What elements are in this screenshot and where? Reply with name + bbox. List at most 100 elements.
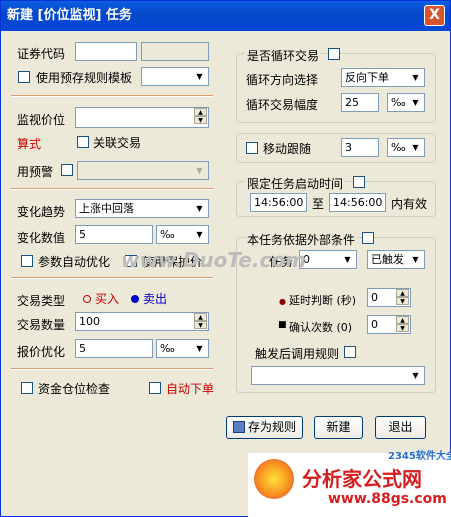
divider xyxy=(11,277,213,279)
logo: 2345软件大全 分析家公式网 www.88gs.com xyxy=(248,451,451,517)
quote-unit-select[interactable]: ‰ ▼ xyxy=(156,339,209,358)
chevron-down-icon: ▼ xyxy=(192,201,207,216)
template-label: 使用预存规则模板 xyxy=(36,71,133,85)
divider xyxy=(11,95,213,97)
after-label: 触发后调用规则 xyxy=(253,345,342,362)
chevron-down-icon: ▼ xyxy=(408,70,423,85)
badge-logo: 2345软件大全 xyxy=(388,451,451,462)
change-input[interactable]: 5 xyxy=(75,225,153,244)
dialog-window: 新建 [价位监视] 任务 X 证券代码 使用预存规则模板 ▼ 监视价位 ▲ ▼ 算… xyxy=(0,0,451,517)
loop-dir-label: 循环方向选择 xyxy=(246,73,319,87)
loop-range-input[interactable]: 25 xyxy=(341,93,379,112)
ext-label: 本任务依据外部条件 xyxy=(245,231,358,248)
code-input[interactable] xyxy=(75,42,137,61)
template-checkbox[interactable] xyxy=(18,71,30,83)
exit-button[interactable]: 退出 xyxy=(375,416,426,439)
trail-input[interactable]: 3 xyxy=(341,138,379,157)
window-title: 新建 [价位监视] 任务 xyxy=(7,8,132,23)
buy-radio[interactable] xyxy=(83,295,91,303)
code-label: 证券代码 xyxy=(17,47,66,61)
chevron-down-icon: ▼ xyxy=(192,227,207,242)
confirm-input[interactable]: 0 ▲ ▼ xyxy=(367,315,411,334)
preset-checkbox[interactable] xyxy=(61,164,73,176)
qty-input[interactable]: 100 ▲ ▼ xyxy=(75,312,209,331)
ext-checkbox[interactable] xyxy=(362,232,374,244)
logo-url: www.88gs.com xyxy=(328,491,447,507)
trail-checkbox[interactable] xyxy=(246,142,258,154)
spin-up-icon[interactable]: ▲ xyxy=(194,108,207,116)
logo-title: 分析家公式网 xyxy=(302,467,422,491)
save-rule-button[interactable]: 存为规则 xyxy=(226,416,303,439)
preset-label: 用预警 xyxy=(17,165,54,179)
trigger-select[interactable]: 已触发 ▼ xyxy=(367,250,425,269)
chevron-down-icon: ▼ xyxy=(408,140,423,155)
time-to-label: 至 xyxy=(312,197,325,211)
time-end-input[interactable]: 14:56:00 xyxy=(329,193,386,212)
watermark-text: www.DuoTe.com xyxy=(121,248,306,272)
title-bar: 新建 [价位监视] 任务 X xyxy=(1,1,450,31)
link-trade-label: 关联交易 xyxy=(93,136,142,150)
change-unit-select[interactable]: ‰ ▼ xyxy=(156,225,209,244)
spin-up-icon[interactable]: ▲ xyxy=(396,316,409,324)
trend-label: 变化趋势 xyxy=(17,205,66,219)
trade-type-label: 交易类型 xyxy=(17,294,66,308)
fund-check-checkbox[interactable] xyxy=(21,382,33,394)
quote-label: 报价优化 xyxy=(17,345,66,359)
time-checkbox[interactable] xyxy=(353,176,365,188)
chevron-down-icon: ▼ xyxy=(192,341,207,356)
loop-dir-select[interactable]: 反向下单 ▼ xyxy=(341,68,425,87)
template-select[interactable]: ▼ xyxy=(141,67,209,86)
save-icon xyxy=(232,421,245,433)
chevron-down-icon: ▼ xyxy=(192,69,207,84)
chevron-down-icon: ▼ xyxy=(408,252,423,267)
code-name-field xyxy=(141,42,209,61)
spin-up-icon[interactable]: ▲ xyxy=(396,289,409,297)
after-checkbox[interactable] xyxy=(344,346,356,358)
trail-unit-select[interactable]: ‰ ▼ xyxy=(387,138,425,157)
spin-up-icon[interactable]: ▲ xyxy=(194,313,207,321)
square-icon: ■ xyxy=(278,320,287,330)
auto-opt-checkbox[interactable] xyxy=(21,255,33,267)
quote-input[interactable]: 5 xyxy=(75,339,153,358)
flower-icon xyxy=(254,459,294,499)
price-label: 监视价位 xyxy=(17,113,66,127)
sell-radio[interactable] xyxy=(131,295,139,303)
delay-label: 延时判断 (秒) xyxy=(289,294,357,307)
after-select[interactable]: ▼ xyxy=(251,366,425,385)
price-input[interactable]: ▲ ▼ xyxy=(75,107,209,128)
formula-link[interactable]: 算式 xyxy=(17,135,41,152)
change-label: 变化数值 xyxy=(17,231,66,245)
auto-order-checkbox[interactable] xyxy=(149,382,161,394)
task-select[interactable]: 0 ▼ xyxy=(299,250,357,269)
close-button[interactable]: X xyxy=(424,5,445,26)
preset-select[interactable]: ▼ xyxy=(77,161,209,180)
time-valid-label: 内有效 xyxy=(391,197,428,211)
auto-order-label: 自动下单 xyxy=(166,382,215,396)
loop-label: 是否循环交易 xyxy=(245,47,322,64)
link-trade-checkbox[interactable] xyxy=(77,136,89,148)
trail-label: 移动跟随 xyxy=(263,142,312,156)
time-label: 限定任务启动时间 xyxy=(245,175,346,192)
new-button[interactable]: 新建 xyxy=(314,416,363,439)
loop-range-label: 循环交易幅度 xyxy=(246,98,319,112)
chevron-down-icon: ▼ xyxy=(340,252,355,267)
chevron-down-icon: ▼ xyxy=(408,368,423,383)
spin-down-icon[interactable]: ▼ xyxy=(396,324,409,332)
chevron-down-icon: ▼ xyxy=(408,95,423,110)
chevron-down-icon: ▼ xyxy=(192,163,207,178)
qty-label: 交易数量 xyxy=(17,318,66,332)
spin-down-icon[interactable]: ▼ xyxy=(194,116,207,124)
loop-range-unit-select[interactable]: ‰ ▼ xyxy=(387,93,425,112)
confirm-label: 确认次数 (0) xyxy=(289,321,353,334)
delay-input[interactable]: 0 ▲ ▼ xyxy=(367,288,411,307)
fund-check-label: 资金仓位检查 xyxy=(38,382,111,396)
sell-label: 卖出 xyxy=(143,292,168,306)
time-start-input[interactable]: 14:56:00 xyxy=(250,193,307,212)
divider xyxy=(11,368,213,370)
loop-checkbox[interactable] xyxy=(328,48,340,60)
auto-opt-label: 参数自动优化 xyxy=(38,255,111,269)
dot-icon: ● xyxy=(279,297,286,306)
trend-select[interactable]: 上涨中回落 ▼ xyxy=(75,199,209,218)
spin-down-icon[interactable]: ▼ xyxy=(396,297,409,305)
spin-down-icon[interactable]: ▼ xyxy=(194,321,207,329)
